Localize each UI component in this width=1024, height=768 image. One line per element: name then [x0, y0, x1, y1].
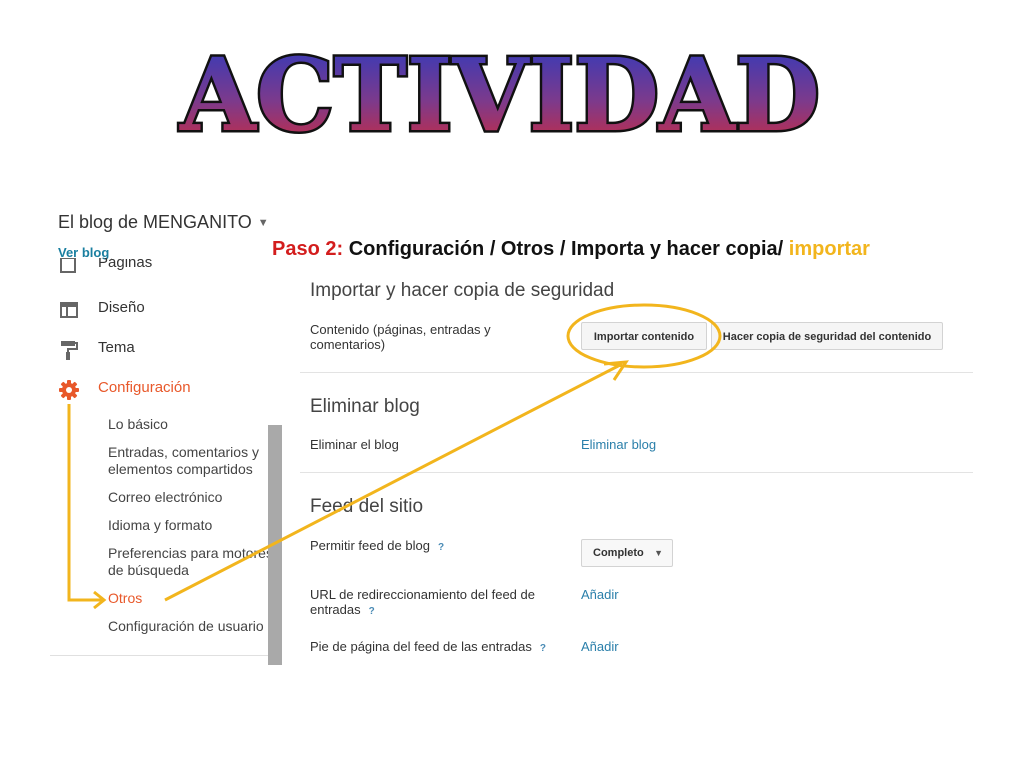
help-icon[interactable]: ?: [438, 540, 444, 555]
gear-icon: [59, 380, 79, 400]
help-icon[interactable]: ?: [540, 641, 546, 656]
redirect-add-link[interactable]: Añadir: [581, 587, 619, 602]
allow-feed-value: Completo: [593, 547, 644, 559]
step-number: Paso 2:: [272, 238, 344, 260]
section-divider: [300, 372, 973, 373]
content-label: Contenido (páginas, entradas y comentari…: [310, 322, 491, 352]
paint-roller-icon: [61, 341, 78, 360]
chevron-down-icon: ▼: [654, 548, 663, 558]
sidebar-subitem-user-settings[interactable]: Configuración de usuario: [108, 618, 282, 635]
sidebar-item-layout[interactable]: Diseño: [50, 295, 282, 325]
sidebar-item-settings[interactable]: Configuración: [50, 375, 282, 405]
sidebar-item-label: Configuración: [98, 379, 191, 396]
redirect-feed-label: URL de redireccionamiento del feed de en…: [310, 587, 535, 617]
actividad-title-art: ACTIVIDAD: [177, 38, 823, 148]
step-instruction: Paso 2: Configuración / Otros / Importa …: [272, 238, 870, 261]
delete-section-title: Eliminar blog: [310, 396, 420, 417]
footer-add-link[interactable]: Añadir: [581, 639, 619, 654]
backup-content-button[interactable]: Hacer copia de seguridad del contenido: [711, 322, 943, 350]
chevron-down-icon: ▼: [257, 217, 269, 230]
sidebar-item-theme[interactable]: Tema: [50, 335, 282, 365]
allow-feed-row: Permitir feed de blog?: [310, 538, 444, 555]
blog-title-dropdown[interactable]: El blog de MENGANITO ▼: [58, 212, 269, 233]
delete-blog-label: Eliminar el blog: [310, 437, 399, 452]
pointer-arrowhead: [603, 360, 629, 381]
sidebar-item-label: Diseño: [98, 299, 145, 316]
allow-feed-label: Permitir feed de blog: [310, 538, 430, 553]
section-divider: [300, 472, 973, 473]
feed-section-title: Feed del sitio: [310, 496, 424, 517]
sidebar-scrollbar[interactable]: [268, 425, 282, 665]
step-highlight: importar: [788, 238, 870, 260]
footer-feed-label: Pie de página del feed de las entradas: [310, 639, 532, 654]
footer-feed-row: Pie de página del feed de las entradas?: [310, 639, 546, 656]
layout-icon: [60, 302, 78, 318]
sidebar-item-pages[interactable]: Páginas: [50, 258, 282, 280]
import-section-title: Importar y hacer copia de seguridad: [310, 280, 615, 301]
help-icon[interactable]: ?: [369, 604, 375, 619]
step-path: Configuración / Otros / Importa y hacer …: [343, 238, 789, 260]
sidebar: Páginas Diseño Tema Configuración Lo bás…: [50, 258, 282, 656]
redirect-feed-row: URL de redireccionamiento del feed de en…: [310, 587, 550, 619]
pages-icon: [60, 258, 76, 273]
import-content-button[interactable]: Importar contenido: [581, 322, 707, 350]
blog-title: El blog de MENGANITO: [58, 212, 252, 232]
sidebar-subitem-language[interactable]: Idioma y formato: [108, 517, 282, 534]
delete-blog-link[interactable]: Eliminar blog: [581, 437, 656, 452]
sidebar-item-label: Tema: [98, 339, 135, 356]
sidebar-subitem-posts-comments[interactable]: Entradas, comentarios y elementos compar…: [108, 444, 282, 478]
svg-text:ACTIVIDAD: ACTIVIDAD: [179, 38, 820, 148]
sidebar-subitem-email[interactable]: Correo electrónico: [108, 489, 282, 506]
sidebar-subitem-basics[interactable]: Lo básico: [108, 416, 282, 433]
sidebar-item-label: Páginas: [98, 258, 153, 271]
sidebar-subitem-search-preferences[interactable]: Preferencias para motores de búsqueda: [108, 545, 282, 579]
sidebar-divider: [50, 655, 282, 656]
sidebar-subitem-other[interactable]: Otros: [108, 590, 282, 607]
allow-feed-select[interactable]: Completo ▼: [581, 539, 673, 567]
